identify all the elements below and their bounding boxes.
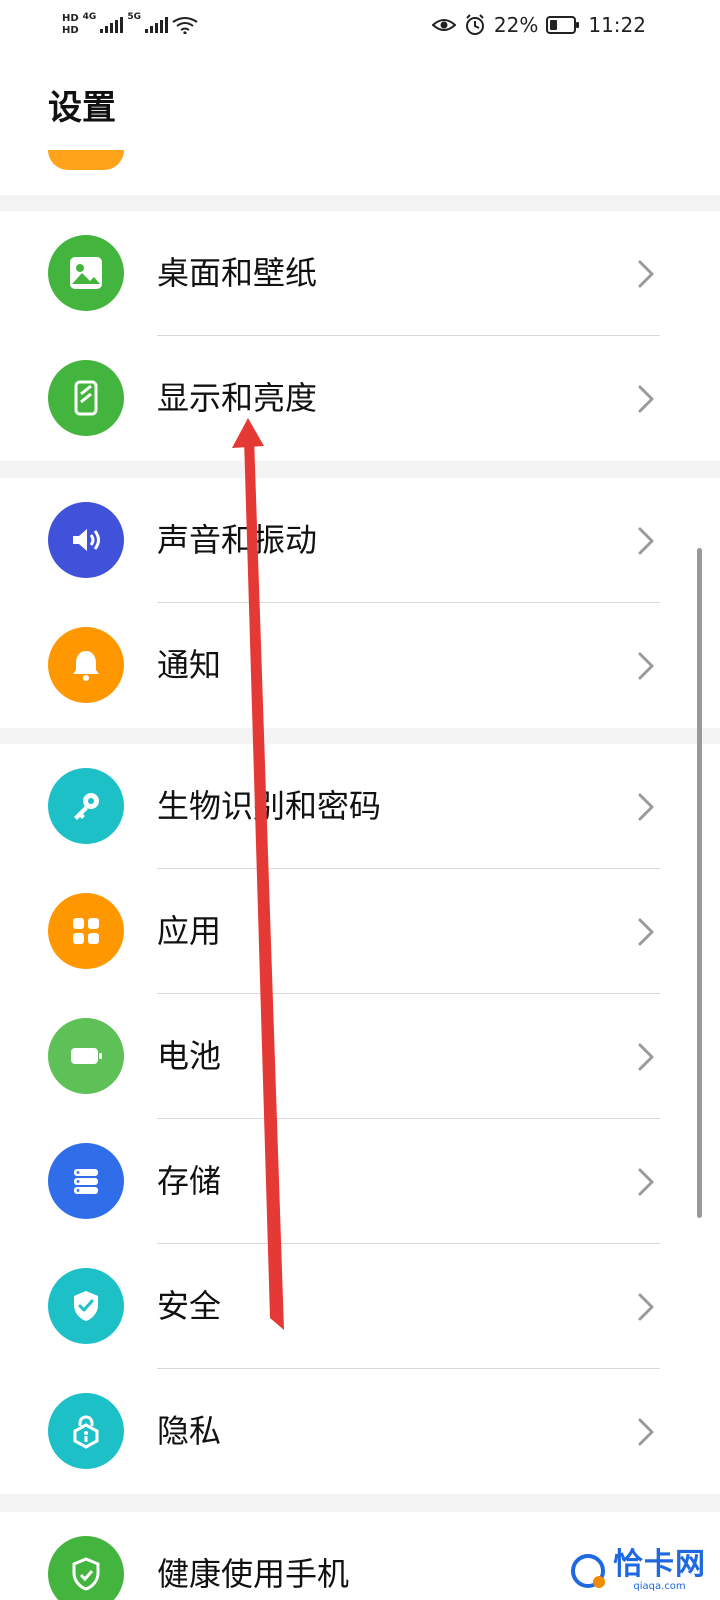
chevron-right-icon — [638, 652, 654, 680]
watermark-subtext: qiaqa.com — [633, 1581, 686, 1592]
settings-item-apps[interactable]: 应用 — [0, 869, 720, 994]
partial-icon — [48, 150, 124, 170]
chevron-right-icon — [638, 793, 654, 821]
settings-item-storage[interactable]: 存储 — [0, 1119, 720, 1244]
speaker-icon — [48, 502, 124, 578]
settings-item-label: 存储 — [157, 1162, 222, 1200]
settings-item-label: 显示和亮度 — [157, 379, 318, 417]
bell-icon — [48, 627, 124, 703]
settings-item-desktop-wallpaper[interactable]: 桌面和壁纸 — [0, 211, 720, 336]
privacy-lock-icon — [48, 1393, 124, 1469]
chevron-right-icon — [638, 1043, 654, 1071]
chevron-right-icon — [638, 918, 654, 946]
settings-item-label: 电池 — [157, 1037, 222, 1075]
apps-grid-icon — [48, 893, 124, 969]
settings-item-label: 桌面和壁纸 — [157, 254, 318, 292]
shield-check-icon — [48, 1268, 124, 1344]
settings-item-security[interactable]: 安全 — [0, 1244, 720, 1369]
eye-icon — [431, 17, 456, 33]
settings-item-label: 声音和振动 — [157, 521, 318, 559]
scrollbar-thumb[interactable] — [697, 548, 702, 1218]
image-icon — [48, 235, 124, 311]
settings-item-label: 健康使用手机 — [157, 1555, 350, 1593]
battery-icon — [48, 1018, 124, 1094]
settings-item-sound-vibration[interactable]: 声音和振动 — [0, 478, 720, 603]
health-phone-icon — [48, 1536, 124, 1600]
settings-item-label: 安全 — [157, 1287, 222, 1325]
watermark: 恰卡网 qiaqa.com — [540, 1542, 720, 1600]
chevron-right-icon — [638, 1418, 654, 1446]
settings-item-notifications[interactable]: 通知 — [0, 603, 720, 728]
signal-1-icon — [100, 17, 124, 33]
settings-group-3: 生物识别和密码 应用 电池 存储 安全 隐私 — [0, 744, 720, 1494]
chevron-right-icon — [638, 385, 654, 413]
alarm-icon — [464, 14, 486, 36]
chevron-right-icon — [638, 527, 654, 555]
chevron-right-icon — [638, 1293, 654, 1321]
chevron-right-icon — [638, 260, 654, 288]
phone-display-icon — [48, 360, 124, 436]
settings-item-privacy[interactable]: 隐私 — [0, 1369, 720, 1494]
network-5g-label: 5G — [127, 12, 141, 22]
watermark-text: 恰卡网 — [613, 1547, 706, 1582]
settings-item-display-brightness[interactable]: 显示和亮度 — [0, 336, 720, 461]
status-right: 22% 11:22 — [431, 0, 646, 50]
hd1-label: HD — [62, 13, 79, 24]
battery-percent: 22% — [493, 13, 539, 37]
status-left: HD HD 4G 5G — [62, 0, 198, 50]
settings-item-biometrics-password[interactable]: 生物识别和密码 — [0, 744, 720, 869]
watermark-text-wrap: 恰卡网 qiaqa.com — [613, 1550, 706, 1592]
settings-item-label: 生物识别和密码 — [157, 787, 382, 825]
hd-indicators: HD HD — [62, 14, 79, 36]
settings-item-label: 通知 — [157, 646, 222, 684]
clock-time: 11:22 — [588, 13, 646, 37]
hd2-label: HD — [62, 25, 79, 36]
key-icon — [48, 768, 124, 844]
wifi-icon — [172, 16, 198, 34]
settings-item-battery[interactable]: 电池 — [0, 994, 720, 1119]
page-header: 设置 — [0, 50, 720, 195]
signal-2-icon — [144, 17, 168, 33]
status-bar: HD HD 4G 5G 22% 11:22 — [0, 0, 720, 50]
chevron-right-icon — [638, 1168, 654, 1196]
settings-group-2: 声音和振动 通知 — [0, 478, 720, 728]
watermark-logo-icon — [571, 1554, 605, 1588]
settings-group-1: 桌面和壁纸 显示和亮度 — [0, 211, 720, 461]
page-title: 设置 — [48, 88, 116, 128]
network-4g-label: 4G — [82, 12, 97, 22]
battery-status-icon — [546, 16, 580, 34]
settings-item-label: 应用 — [157, 912, 222, 950]
storage-icon — [48, 1143, 124, 1219]
settings-item-label: 隐私 — [157, 1412, 222, 1450]
